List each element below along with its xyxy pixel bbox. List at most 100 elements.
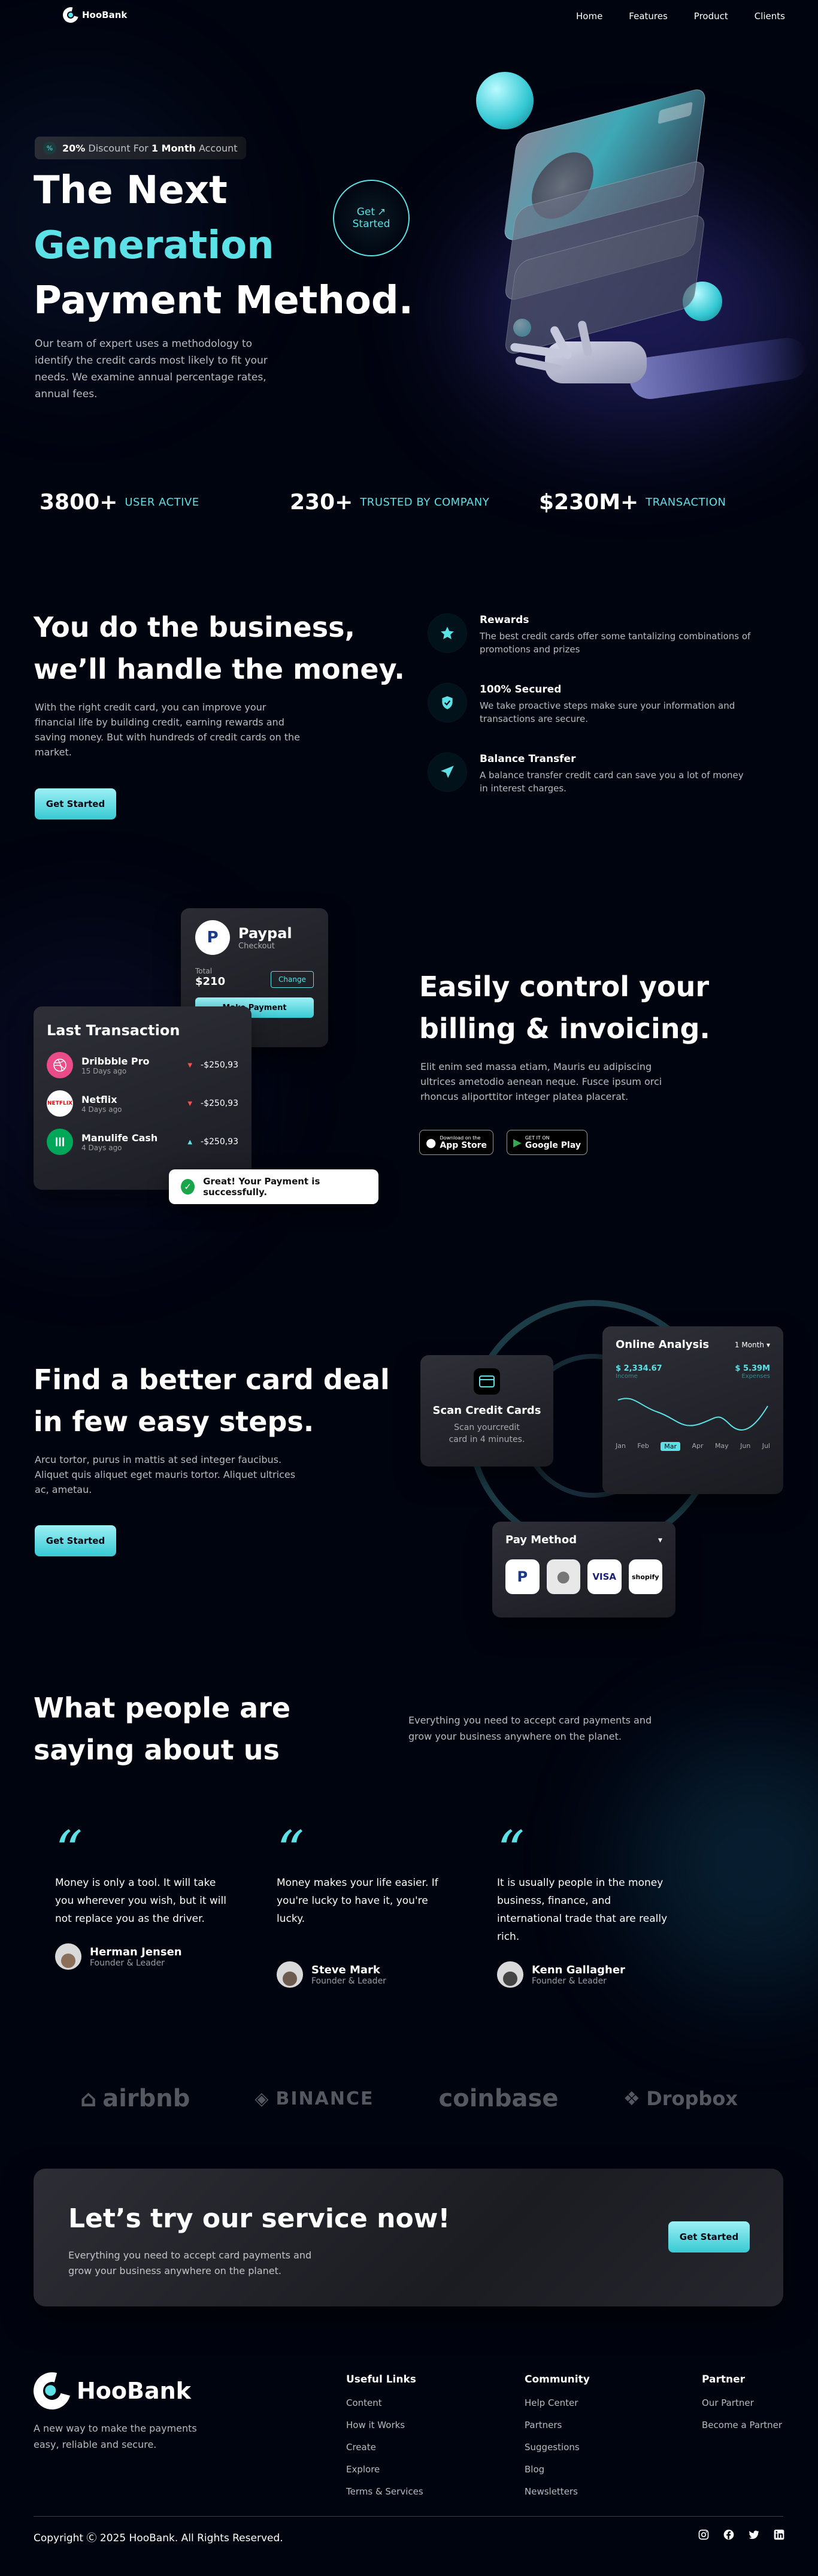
hero-cta-line2: Started <box>352 218 390 230</box>
footer-column-useful-links: Useful Links Content How it Works Create… <box>346 2374 423 2508</box>
caret-down-icon: ▾ <box>766 1340 770 1349</box>
testimonial-name: Steve Mark <box>311 1963 380 1976</box>
brand-name: HooBank <box>82 10 127 20</box>
footer-link[interactable]: Content <box>346 2397 423 2408</box>
googleplay-small: GET IT ON <box>525 1135 550 1141</box>
star-icon <box>428 614 466 652</box>
footer-link[interactable]: Terms & Services <box>346 2486 423 2497</box>
footer-column-title: Useful Links <box>346 2374 416 2385</box>
discount-percent: 20% <box>62 142 86 154</box>
nav-product[interactable]: Product <box>694 11 728 22</box>
month-label: Feb <box>637 1442 649 1450</box>
apple-pay-icon[interactable]: ● <box>546 1559 580 1594</box>
shopify-text: shopify <box>631 1573 659 1581</box>
transaction-row[interactable]: NETFLIX Netflix 4 Days ago ▼ -$250,93 <box>47 1090 238 1117</box>
appstore-small: Download on the <box>440 1135 481 1141</box>
twitter-icon[interactable] <box>747 2528 761 2541</box>
nav-features[interactable]: Features <box>629 11 668 22</box>
footer-link[interactable]: Suggestions <box>525 2442 590 2453</box>
footer-divider <box>34 2516 783 2517</box>
footer-link[interactable]: How it Works <box>346 2420 423 2430</box>
analysis-period-select[interactable]: 1 Month ▾ <box>735 1341 770 1349</box>
footer-brand-text: HooBank <box>77 2378 191 2404</box>
footer-column-title: Partner <box>702 2374 746 2385</box>
business-title: You do the business, we’ll handle the mo… <box>34 606 405 690</box>
testimonials-title-line1: What people are <box>34 1692 291 1724</box>
hero-get-started-button[interactable]: Get ↗ Started <box>333 180 410 256</box>
feature-rewards: Rewards The best credit cards offer some… <box>428 614 752 656</box>
binance-logo: ◈ BINANCE <box>255 2085 374 2112</box>
testimonial-text: It is usually people in the money busine… <box>497 1877 668 1943</box>
month-label: Jul <box>762 1442 770 1450</box>
transaction-name: Manulife Cash <box>81 1132 158 1144</box>
footer-link[interactable]: Help Center <box>525 2397 590 2408</box>
last-transaction-title: Last Transaction <box>47 1022 180 1039</box>
brand-logo[interactable]: HooBank <box>60 4 127 26</box>
billing-title: Easily control your billing & invoicing. <box>419 966 710 1050</box>
online-analysis-panel: Online Analysis 1 Month ▾ $ 2,334.67 Inco… <box>602 1326 783 1494</box>
check-circle-icon: ✓ <box>181 1179 195 1195</box>
change-button[interactable]: Change <box>271 971 314 988</box>
nav-home[interactable]: Home <box>576 11 602 22</box>
visa-icon[interactable]: VISA <box>587 1559 622 1594</box>
testimonials-title: What people are saying about us <box>34 1687 290 1771</box>
total-value: $210 <box>195 975 226 988</box>
apple-icon: ● <box>426 1135 437 1150</box>
linkedin-icon[interactable] <box>772 2528 786 2541</box>
client-logos: ⌂ airbnb ◈ BINANCE coinbase ❖ Dropbox <box>0 2085 818 2112</box>
scan-title: Scan Credit Cards <box>432 1404 541 1417</box>
discount-period: 1 Month <box>151 142 196 154</box>
shopify-icon[interactable]: shopify <box>628 1559 662 1594</box>
hoobank-logo-icon <box>26 2365 78 2417</box>
arrow-up-right-icon: ↗ <box>377 206 386 218</box>
footer-link[interactable]: Explore <box>346 2464 423 2475</box>
footer-link[interactable]: Blog <box>525 2464 590 2475</box>
caret-down-icon[interactable]: ▾ <box>658 1535 662 1545</box>
dribbble-logo-icon <box>47 1052 73 1078</box>
footer-link[interactable]: Create <box>346 2442 423 2453</box>
hoobank-logo-icon <box>60 4 81 26</box>
discount-text: 20% Discount For 1 Month Account <box>62 143 238 154</box>
stat-companies-value: 230+ <box>290 490 353 515</box>
airbnb-icon: ⌂ <box>80 2085 97 2112</box>
nav-clients[interactable]: Clients <box>755 11 785 22</box>
testimonial-role: Founder & Leader <box>532 1976 607 1986</box>
testimonial-text: Money is only a tool. It will take you w… <box>55 1877 226 1925</box>
transaction-row[interactable]: Manulife Cash 4 Days ago ▲ -$250,93 <box>47 1129 238 1155</box>
footer-link[interactable]: Newsletters <box>525 2486 590 2497</box>
footer-link[interactable]: Become a Partner <box>702 2420 782 2430</box>
play-icon: ▶ <box>513 1136 522 1149</box>
testimonial-role: Founder & Leader <box>90 1958 165 1968</box>
testimonial-role: Founder & Leader <box>311 1976 386 1986</box>
transaction-row[interactable]: Dribbble Pro 15 Days ago ▼ -$250,93 <box>47 1052 238 1078</box>
dropbox-icon: ❖ <box>623 2087 641 2110</box>
month-label-active[interactable]: Mar <box>661 1442 681 1451</box>
avatar <box>55 1943 81 1970</box>
transaction-time: 15 Days ago <box>81 1066 127 1075</box>
testimonial-name: Herman Jensen <box>90 1945 182 1958</box>
facebook-icon[interactable] <box>722 2528 735 2541</box>
avatar <box>277 1961 303 1988</box>
appstore-big: App Store <box>440 1140 487 1150</box>
feature-secured: 100% Secured We take proactive steps mak… <box>428 684 752 725</box>
coinbase-text: coinbase <box>438 2085 559 2112</box>
google-play-button[interactable]: ▶ GET IT ON Google Play <box>507 1130 587 1155</box>
paypal-method-icon[interactable]: P <box>505 1559 540 1594</box>
dropbox-logo: ❖ Dropbox <box>623 2085 738 2112</box>
instagram-icon[interactable] <box>697 2528 710 2541</box>
netflix-logo-icon: NETFLIX <box>47 1090 73 1117</box>
footer-link[interactable]: Our Partner <box>702 2397 782 2408</box>
cta-get-started-button[interactable]: Get Started <box>668 2221 750 2253</box>
nav-links: Home Features Product Clients <box>576 11 785 22</box>
app-store-button[interactable]: ● Download on the App Store <box>419 1130 493 1155</box>
carddeal-get-started-button[interactable]: Get Started <box>35 1525 116 1556</box>
footer-brand[interactable]: HooBank <box>26 2365 191 2417</box>
robot-hand <box>509 320 811 402</box>
testimonials-title-line2: saying about us <box>34 1734 280 1766</box>
billing-title-line2: billing & invoicing. <box>419 1012 710 1045</box>
business-get-started-button[interactable]: Get Started <box>35 788 116 820</box>
business-title-line1: You do the business, <box>34 611 355 643</box>
month-label: Jan <box>616 1442 626 1450</box>
footer-link[interactable]: Partners <box>525 2420 590 2430</box>
cta-banner: Let’s try our service now! Everything yo… <box>34 2169 783 2306</box>
